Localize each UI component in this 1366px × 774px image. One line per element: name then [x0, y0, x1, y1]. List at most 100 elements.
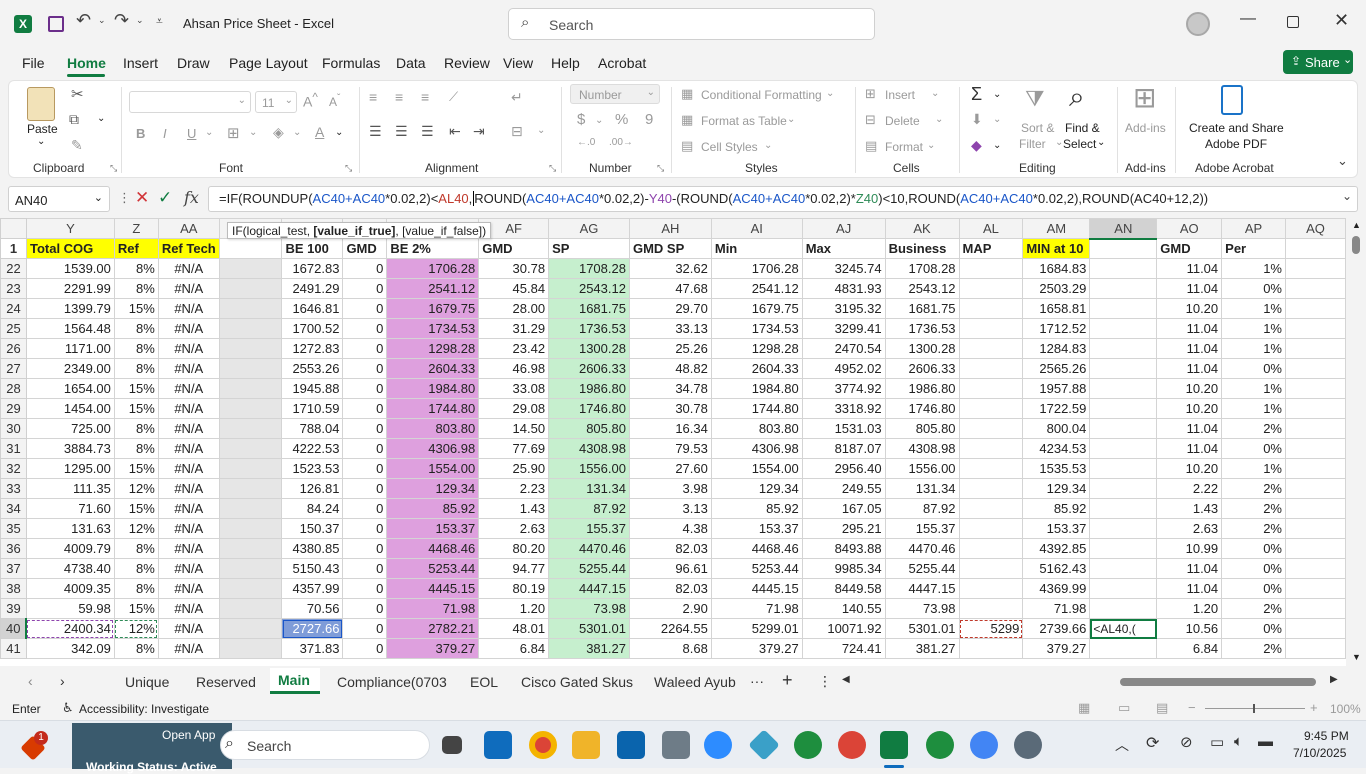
cell[interactable]: 1658.81	[1022, 298, 1091, 319]
cell[interactable]: 15%	[113, 398, 159, 419]
row-header[interactable]: 25	[0, 318, 27, 339]
cell[interactable]: 8187.07	[801, 438, 886, 459]
header-cell[interactable]: GMD	[1156, 238, 1223, 259]
cell[interactable]	[1284, 258, 1346, 279]
cell[interactable]: 1%	[1221, 398, 1286, 419]
cell[interactable]	[218, 638, 283, 659]
scroll-up-icon[interactable]: ▲	[1352, 220, 1361, 230]
header-cell[interactable]: GMD	[342, 238, 388, 259]
cell[interactable]: 45.84	[478, 278, 550, 299]
cell[interactable]: 5301.01	[548, 618, 630, 639]
header-cell[interactable]: Per	[1221, 238, 1286, 259]
insert-cells-icon[interactable]: ⊞	[865, 86, 876, 102]
vertical-scrollbar[interactable]: ▲ ▼	[1347, 218, 1366, 666]
cell[interactable]: 8493.88	[801, 538, 886, 559]
display-icon[interactable]: ▭	[1210, 733, 1224, 751]
cell[interactable]	[1089, 518, 1158, 539]
tray-chevron-icon[interactable]: ︿	[1115, 735, 1129, 755]
row-header[interactable]: 1	[0, 238, 27, 259]
cell[interactable]: 0	[342, 318, 388, 339]
cell[interactable]: #N/A	[157, 398, 220, 419]
cell[interactable]	[958, 518, 1024, 539]
cell[interactable]	[1284, 318, 1346, 339]
cell[interactable]	[1284, 458, 1346, 479]
collapse-ribbon-icon[interactable]: ⌄	[1337, 153, 1348, 169]
copy-icon[interactable]: ⧉	[69, 111, 79, 128]
scroll-down-icon[interactable]: ▼	[1352, 652, 1361, 662]
clock-time[interactable]: 9:45 PM	[1304, 729, 1349, 743]
cell[interactable]: 34.78	[628, 378, 712, 399]
cell[interactable]: 4308.98	[548, 438, 630, 459]
cell[interactable]	[1284, 298, 1346, 319]
cell[interactable]: 0	[342, 398, 388, 419]
cell[interactable]	[958, 598, 1024, 619]
cell[interactable]	[958, 498, 1024, 519]
cell[interactable]: 1454.00	[25, 398, 115, 419]
cell[interactable]: 3195.32	[801, 298, 886, 319]
zoom-in-icon[interactable]: +	[1310, 700, 1318, 715]
cell[interactable]	[218, 378, 283, 399]
accessibility-icon[interactable]: ♿	[62, 700, 74, 716]
conditional-formatting-chevron-icon[interactable]: ⌄	[826, 88, 834, 99]
chrome-icon[interactable]	[529, 731, 557, 759]
cell[interactable]	[958, 538, 1024, 559]
column-header[interactable]: AH	[628, 218, 712, 239]
cell[interactable]	[1284, 438, 1346, 459]
format-cells-button[interactable]: Format	[885, 140, 923, 154]
tab-options-icon[interactable]: ⋮	[818, 673, 832, 690]
cell[interactable]: #N/A	[157, 318, 220, 339]
cell[interactable]: 87.92	[548, 498, 630, 519]
addins-button[interactable]: Add-ins	[1125, 121, 1166, 135]
header-cell[interactable]: Max	[801, 238, 886, 259]
cell[interactable]: 1734.53	[386, 318, 480, 339]
font-launcher-icon[interactable]: ⤡	[345, 163, 352, 174]
cell[interactable]: #N/A	[157, 298, 220, 319]
cell[interactable]: 4831.93	[801, 278, 886, 299]
cell[interactable]: 2956.40	[801, 458, 886, 479]
cell[interactable]: 1399.79	[25, 298, 115, 319]
cell[interactable]: 8%	[113, 258, 159, 279]
underline-icon[interactable]: U	[187, 126, 196, 141]
cell[interactable]: 140.55	[801, 598, 886, 619]
cell[interactable]: 1700.52	[281, 318, 344, 339]
header-cell[interactable]: BE 100	[281, 238, 344, 259]
cell[interactable]: 48.01	[478, 618, 550, 639]
cell[interactable]	[218, 338, 283, 359]
zoom-slider[interactable]	[1205, 708, 1305, 709]
borders-icon[interactable]: ⊞	[227, 124, 240, 142]
cell[interactable]: 2727.66	[281, 618, 344, 639]
cell[interactable]	[958, 378, 1024, 399]
cell[interactable]: 381.27	[884, 638, 960, 659]
undo-icon[interactable]: ↶	[76, 10, 91, 31]
cell[interactable]: 15%	[113, 298, 159, 319]
cell[interactable]: 4009.79	[25, 538, 115, 559]
increase-decimal-icon[interactable]: ←.0	[577, 137, 595, 148]
undo-dropdown-icon[interactable]: ⌄	[98, 15, 106, 26]
cell[interactable]	[218, 298, 283, 319]
decrease-font-icon[interactable]: Aˇ	[329, 93, 340, 109]
cell[interactable]: 8%	[113, 318, 159, 339]
cell[interactable]: 4306.98	[386, 438, 480, 459]
cell[interactable]: 0	[342, 378, 388, 399]
cell[interactable]: 1300.28	[884, 338, 960, 359]
name-box[interactable]: AN40 ⌄	[8, 186, 110, 212]
header-cell[interactable]: MAP	[958, 238, 1024, 259]
chrome-profile2-icon[interactable]	[838, 731, 866, 759]
column-header[interactable]: AA	[157, 218, 220, 239]
cell[interactable]: 1744.80	[386, 398, 480, 419]
cell[interactable]: 48.82	[628, 358, 712, 379]
cell[interactable]	[1284, 378, 1346, 399]
menu-home[interactable]: Home	[67, 55, 106, 71]
cell[interactable]: 0	[342, 598, 388, 619]
menu-view[interactable]: View	[503, 55, 533, 71]
cell[interactable]: #N/A	[157, 378, 220, 399]
cell[interactable]: 4470.46	[884, 538, 960, 559]
cell[interactable]: 9985.34	[801, 558, 886, 579]
cell[interactable]: 15%	[113, 378, 159, 399]
cell[interactable]: 85.92	[1022, 498, 1091, 519]
cell[interactable]: 23.42	[478, 338, 550, 359]
name-box-chevron-icon[interactable]: ⌄	[94, 191, 103, 204]
cell[interactable]: 2.63	[1156, 518, 1223, 539]
cell[interactable]: 10.20	[1156, 398, 1223, 419]
cell[interactable]: 1986.80	[548, 378, 630, 399]
